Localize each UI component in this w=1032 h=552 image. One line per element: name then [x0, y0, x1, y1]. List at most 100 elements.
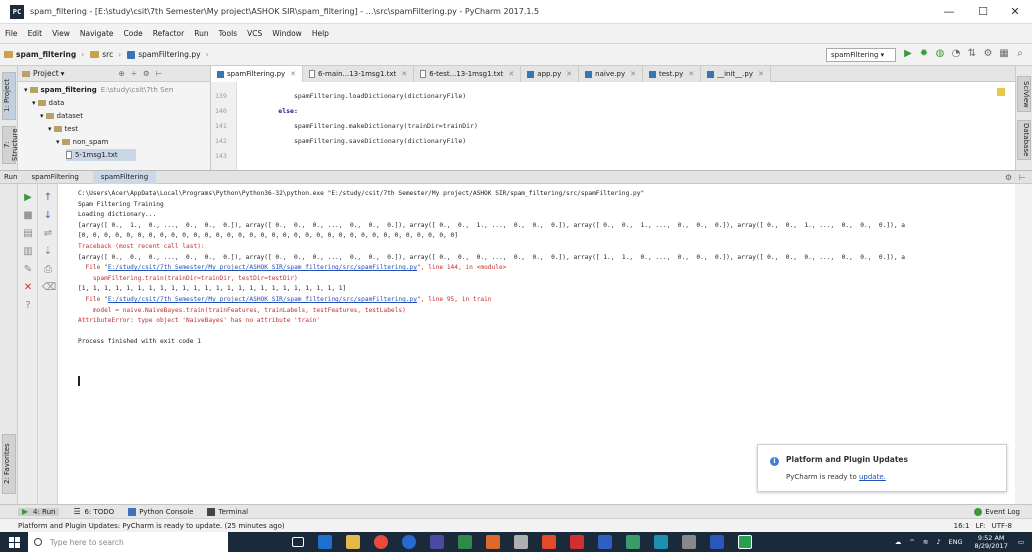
app-icon[interactable] [654, 535, 668, 549]
wifi-icon[interactable]: ≋ [923, 538, 928, 546]
menu-file[interactable]: File [5, 29, 18, 38]
soft-wrap-icon[interactable]: ⇌ [42, 228, 54, 240]
hide-icon[interactable]: ⊢ [156, 69, 163, 78]
code-editor[interactable]: spamFiltering.loadDictionary(dictionaryF… [237, 82, 1015, 170]
collapse-icon[interactable]: ÷ [131, 69, 137, 78]
maximize-button[interactable]: ☐ [966, 0, 1000, 24]
word-icon[interactable] [710, 535, 724, 549]
start-button[interactable] [0, 532, 28, 552]
app-icon[interactable] [486, 535, 500, 549]
chevron-down-icon[interactable]: ▾ [56, 138, 60, 146]
task-view-icon[interactable] [292, 537, 304, 547]
settings-icon[interactable]: ⚙ [982, 48, 994, 60]
tool-window-run[interactable]: ▶ 4: Run [18, 507, 60, 516]
tool-tab-sciview[interactable]: SciView [1017, 76, 1031, 112]
restore-layout-icon[interactable]: ▥ [22, 246, 34, 258]
taskbar-search-input[interactable]: Type here to search [28, 532, 228, 552]
editor-tab-init[interactable]: __init__.py ✕ [701, 66, 771, 82]
profile-icon[interactable]: ◔ [950, 48, 962, 60]
language-indicator[interactable]: ENG [948, 538, 962, 546]
editor-tab-app[interactable]: app.py ✕ [521, 66, 580, 82]
close-icon[interactable]: ✕ [758, 70, 764, 78]
update-notification[interactable]: i Platform and Plugin Updates PyCharm is… [757, 444, 1007, 492]
gear-icon[interactable]: ⚙ [1005, 173, 1012, 182]
debug-icon[interactable]: ✹ [918, 48, 930, 60]
status-position-encoding[interactable]: 16:1 LF: UTF-8 [954, 522, 1012, 530]
tool-tab-structure[interactable]: 7: Structure [2, 126, 19, 164]
file-path-link[interactable]: E:/study/csit/7th Semester/My project/AS… [108, 296, 417, 303]
arrow-down-icon[interactable]: ↓ [42, 210, 54, 222]
run-configuration-select[interactable]: spamFiltering ▾ [826, 48, 896, 62]
pin-icon[interactable]: ✎ [22, 264, 34, 276]
tool-window-event-log[interactable]: Event Log [974, 507, 1020, 516]
file-path-link[interactable]: E:/study/csit/7th Semester/My project/AS… [108, 264, 417, 271]
menu-vcs[interactable]: VCS [247, 29, 262, 38]
tree-item-msg-file[interactable]: 5-1msg1.txt [66, 149, 136, 161]
edge-icon[interactable] [318, 535, 332, 549]
chevron-down-icon[interactable]: ▾ [61, 69, 65, 78]
editor-tab-test-msg[interactable]: 6-test...13-1msg1.txt ✕ [414, 66, 522, 82]
hide-icon[interactable]: ⊢ [1019, 173, 1026, 182]
sync-icon[interactable]: ⊕ [118, 69, 124, 78]
scroll-to-end-icon[interactable]: ⇣ [42, 246, 54, 258]
tree-item-test[interactable]: ▾ test [48, 123, 78, 135]
menu-help[interactable]: Help [312, 29, 329, 38]
tool-tab-favorites[interactable]: 2: Favorites [2, 434, 16, 494]
menu-view[interactable]: View [52, 29, 70, 38]
rerun-icon[interactable]: ▶ [22, 192, 34, 204]
tree-item-data[interactable]: ▾ data [32, 97, 64, 109]
tool-tab-project[interactable]: 1: Project [2, 72, 16, 120]
close-button[interactable]: ✕ [998, 0, 1032, 24]
pycharm-taskbar-icon[interactable] [738, 535, 752, 549]
app-icon[interactable] [570, 535, 584, 549]
file-explorer-icon[interactable] [346, 535, 360, 549]
chevron-up-icon[interactable]: ^ [909, 538, 914, 546]
chevron-down-icon[interactable]: ▾ [48, 125, 52, 133]
breadcrumb-file[interactable]: spamFiltering.py › [127, 50, 209, 59]
search-everywhere-icon[interactable]: ⌕ [1014, 48, 1026, 60]
breadcrumb-src[interactable]: src › [90, 50, 121, 59]
status-message[interactable]: Platform and Plugin Updates: PyCharm is … [18, 522, 285, 530]
menu-refactor[interactable]: Refactor [153, 29, 184, 38]
run-tab-spamfiltering-2[interactable]: spamFiltering [92, 170, 157, 184]
project-structure-icon[interactable]: ▦ [998, 48, 1010, 60]
editor-tab-spamfiltering[interactable]: spamFiltering.py ✕ [211, 66, 304, 82]
close-icon[interactable]: ✕ [688, 70, 694, 78]
gear-icon[interactable]: ⚙ [143, 69, 150, 78]
arrow-up-icon[interactable]: ↑ [42, 192, 54, 204]
menu-run[interactable]: Run [194, 29, 208, 38]
tree-item-dataset[interactable]: ▾ dataset [40, 110, 83, 122]
volume-icon[interactable]: ♪ [936, 538, 940, 546]
stop-icon[interactable]: ■ [22, 210, 34, 222]
help-icon[interactable]: ? [22, 300, 34, 312]
project-panel-title[interactable]: Project [33, 69, 59, 78]
warning-marker-icon[interactable] [997, 88, 1005, 96]
chevron-down-icon[interactable]: ▾ [32, 99, 36, 107]
minimize-button[interactable]: — [932, 0, 966, 24]
menu-window[interactable]: Window [272, 29, 302, 38]
close-icon[interactable]: ✕ [566, 70, 572, 78]
close-icon[interactable]: ✕ [508, 70, 514, 78]
clock[interactable]: 9:52 AM 8/29/2017 [975, 534, 1008, 550]
app-icon[interactable] [682, 535, 696, 549]
layout-icon[interactable]: ▤ [22, 228, 34, 240]
editor-tab-test[interactable]: test.py ✕ [642, 66, 702, 82]
notification-center-icon[interactable]: ▭ [1018, 538, 1024, 546]
close-icon[interactable]: ✕ [22, 282, 34, 294]
app-icon[interactable] [626, 535, 640, 549]
trash-icon[interactable]: ⌫ [42, 282, 56, 294]
close-icon[interactable]: ✕ [401, 70, 407, 78]
app-icon[interactable] [542, 535, 556, 549]
menu-tools[interactable]: Tools [219, 29, 237, 38]
coverage-icon[interactable]: ◍ [934, 48, 946, 60]
chevron-down-icon[interactable]: ▾ [40, 112, 44, 120]
tree-item-project-root[interactable]: ▾spam_filteringE:\study\csit\7th Semeste… [24, 84, 173, 96]
app-icon[interactable] [458, 535, 472, 549]
cloud-icon[interactable]: ☁ [895, 538, 902, 546]
editor-tab-naive[interactable]: naive.py ✕ [579, 66, 643, 82]
print-icon[interactable]: ⎙ [42, 264, 54, 276]
run-tab-spamfiltering-1[interactable]: spamFiltering [23, 171, 86, 184]
chrome-icon[interactable] [374, 535, 388, 549]
chevron-down-icon[interactable]: ▾ [24, 86, 28, 94]
editor-tab-main-msg[interactable]: 6-main...13-1msg1.txt ✕ [303, 66, 415, 82]
